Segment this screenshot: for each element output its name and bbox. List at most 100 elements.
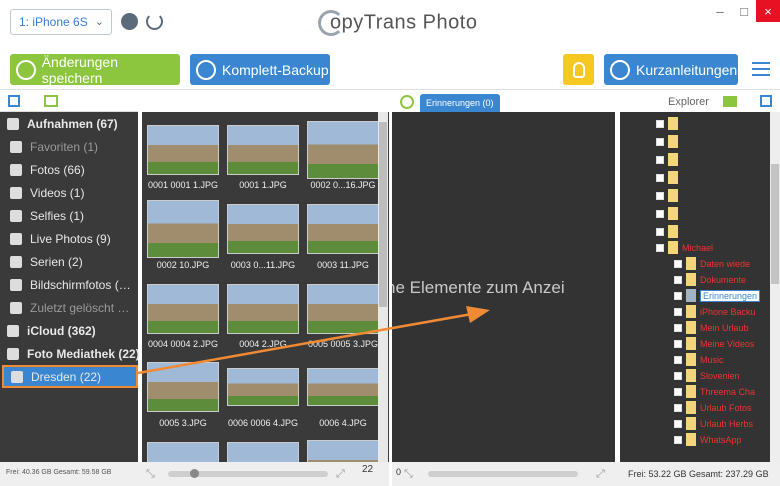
tree-folder[interactable]: Daten wiede — [674, 256, 750, 271]
photo-thumbnail[interactable] — [307, 121, 379, 179]
photo-caption: 0006 4.JPG — [319, 418, 367, 428]
sidebar-item-aufnahmen[interactable]: Aufnahmen (67) — [0, 112, 138, 135]
top-bar: 1: iPhone 6S ⌄ opyTrans Photo – □ × Ände… — [0, 0, 780, 90]
sidebar-item-foto-mediathek[interactable]: Foto Mediathek (22) — [0, 342, 140, 365]
collapse-right-icon[interactable] — [760, 95, 772, 107]
tips-button[interactable] — [563, 54, 594, 85]
tree-folder[interactable] — [656, 152, 682, 167]
photo-thumbnail[interactable] — [147, 200, 219, 258]
sidebar-item-bildschirmfotos[interactable]: Bildschirmfotos (… — [0, 273, 138, 296]
backup-icon — [196, 59, 216, 80]
tree-folder-michael[interactable]: Michael — [656, 240, 713, 255]
sidebar-item-zuletzt-geloescht[interactable]: Zuletzt gelöscht … — [0, 296, 138, 319]
sidebar-item-live-photos[interactable]: Live Photos (9) — [0, 227, 138, 250]
middle-zoom-slider[interactable] — [428, 471, 578, 477]
scroll-thumb[interactable] — [379, 122, 387, 307]
minimize-button[interactable]: – — [708, 0, 732, 22]
photo-caption: 0001 0001 1.JPG — [147, 180, 219, 190]
left-storage-footer: Frei: 40.36 GB Gesamt: 59.58 GB — [0, 462, 138, 486]
selfie-icon — [10, 209, 22, 222]
photo-grid: 0001 0001 1.JPG 0001 1.JPG 0002 0...16.J… — [142, 112, 389, 462]
sidebar-item-selfies[interactable]: Selfies (1) — [0, 204, 138, 227]
sidebar-item-favoriten[interactable]: Favoriten (1) — [0, 135, 138, 158]
photo-thumbnail[interactable] — [227, 368, 299, 406]
tree-folder[interactable]: WhatsApp — [674, 432, 742, 447]
sidebar-item-videos[interactable]: Videos (1) — [0, 181, 138, 204]
refresh-icon[interactable] — [146, 13, 163, 30]
photo-thumbnail[interactable] — [147, 125, 219, 175]
zoom-in-icon[interactable]: ⤢ — [336, 468, 345, 481]
left-panel-header — [0, 90, 138, 112]
sidebar-item-fotos[interactable]: Fotos (66) — [0, 158, 138, 181]
eject-icon[interactable] — [121, 13, 138, 30]
app-title: opyTrans Photo — [318, 10, 477, 36]
photo-caption: 0006 0006 4.JPG — [227, 418, 299, 428]
sidebar-item-dresden[interactable]: Dresden (22) — [2, 365, 138, 388]
library-icon — [7, 347, 19, 360]
tree-folder[interactable] — [656, 188, 682, 203]
add-album-icon[interactable] — [400, 95, 414, 109]
photo-thumbnail[interactable] — [147, 442, 219, 462]
photo-thumbnail[interactable] — [307, 440, 379, 462]
photo-thumbnail[interactable] — [227, 284, 299, 334]
photo-grid-scrollbar[interactable] — [378, 112, 388, 462]
middle-panel: Erinnerungen (0) ne Elemente zum Anzei 0… — [392, 90, 620, 486]
save-changes-button[interactable]: Änderungen speichern — [10, 54, 180, 86]
tree-folder[interactable] — [656, 206, 682, 221]
tree-folder[interactable] — [656, 224, 682, 239]
photo-caption: 0003 0...11.JPG — [230, 260, 296, 270]
video-icon — [10, 186, 22, 199]
photo-thumbnail[interactable] — [307, 368, 379, 406]
explorer-scroll-thumb[interactable] — [771, 164, 779, 284]
photo-thumbnail[interactable] — [227, 204, 299, 254]
photo-thumbnail[interactable] — [227, 442, 299, 462]
tree-folder[interactable]: Urlaub Herbs — [674, 416, 753, 431]
maximize-button[interactable]: □ — [732, 0, 756, 22]
device-select[interactable]: 1: iPhone 6S ⌄ — [10, 9, 112, 35]
heart-icon — [10, 140, 22, 153]
zoom-slider-knob[interactable] — [190, 469, 199, 478]
photo-caption: 0004 2.JPG — [239, 339, 287, 349]
tree-folder-erinnerungen[interactable]: Erinnerungen — [674, 288, 761, 303]
tree-folder[interactable]: Music — [674, 352, 724, 367]
explorer-scrollbar[interactable] — [770, 112, 780, 462]
sidebar-item-serien[interactable]: Serien (2) — [0, 250, 138, 273]
chevron-down-icon: ⌄ — [94, 16, 104, 28]
tree-folder[interactable]: Threema Cha — [674, 384, 755, 399]
photo-thumbnail[interactable] — [147, 362, 219, 412]
tree-folder[interactable] — [656, 134, 682, 149]
tree-folder[interactable]: Dokumente — [674, 272, 746, 287]
close-button[interactable]: × — [756, 0, 780, 22]
photo-thumbnail[interactable] — [307, 204, 379, 254]
full-backup-button[interactable]: Komplett-Backup — [190, 54, 330, 85]
tree-folder[interactable]: Slovenien — [674, 368, 740, 383]
collapse-left-icon[interactable] — [8, 95, 20, 107]
tree-folder[interactable]: Meine Videos — [674, 336, 754, 351]
middle-zoom-out-icon[interactable]: ⤡ — [404, 468, 413, 481]
photo-count: 22 — [362, 464, 374, 475]
new-album-icon[interactable] — [44, 95, 58, 107]
sidebar-item-icloud[interactable]: iCloud (362) — [0, 319, 138, 342]
zoom-out-icon[interactable]: ⤡ — [146, 468, 155, 481]
tree-folder[interactable]: iPhone Backu — [674, 304, 756, 319]
menu-icon[interactable] — [752, 62, 770, 80]
folder-icon[interactable] — [723, 96, 737, 107]
photo-thumbnail[interactable] — [147, 284, 219, 334]
tree-folder[interactable]: Mein Urlaub — [674, 320, 749, 335]
tree-folder[interactable] — [656, 170, 682, 185]
tree-folder[interactable]: Urlaub Fotos — [674, 400, 752, 415]
photo-caption: 0005 3.JPG — [159, 418, 207, 428]
explorer-panel: Explorer Michael Daten wiede Dokumente E… — [620, 90, 780, 486]
middle-footer: 0 ⤡ ⤢ — [392, 462, 620, 486]
middle-zoom-in-icon[interactable]: ⤢ — [596, 468, 605, 481]
trash-icon — [10, 301, 22, 314]
screenshot-icon — [10, 278, 22, 291]
quick-guides-button[interactable]: Kurzanleitungen — [604, 54, 738, 85]
middle-panel-header: Erinnerungen (0) — [392, 90, 620, 112]
tree-folder[interactable] — [656, 116, 682, 131]
tab-erinnerungen[interactable]: Erinnerungen (0) — [420, 94, 500, 112]
photo-thumbnail[interactable] — [227, 125, 299, 175]
middle-count: 0 — [396, 467, 402, 477]
camera-icon — [10, 163, 22, 176]
photo-thumbnail[interactable] — [307, 284, 379, 334]
